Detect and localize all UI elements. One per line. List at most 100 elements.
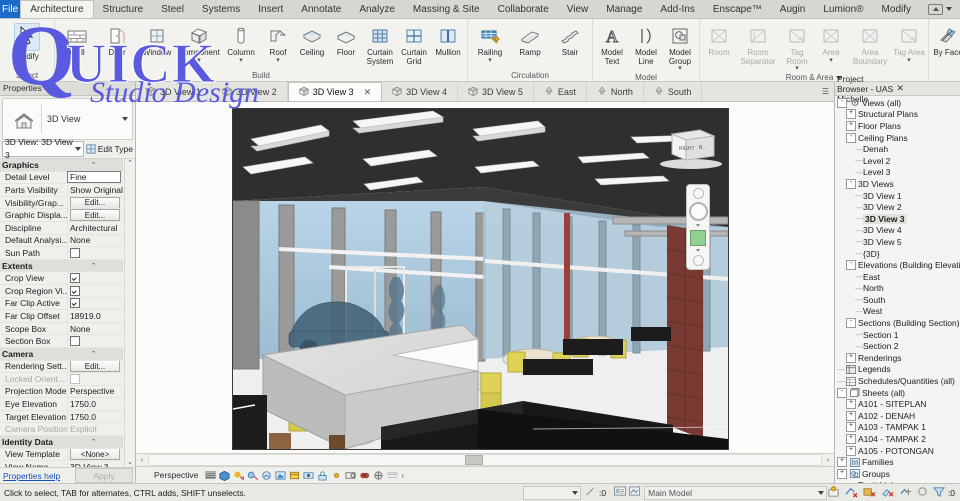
browser-node-west[interactable]: — West (835, 306, 960, 318)
navbar-options-icon[interactable] (692, 188, 704, 199)
tag-room-dropdown-icon[interactable]: ▾ (795, 65, 799, 72)
curtain-system-button[interactable]: Curtain System (363, 21, 397, 67)
tree-expander-icon[interactable]: - (846, 260, 856, 271)
view-tab-3d-view-1[interactable]: 3D View 1 (136, 82, 212, 101)
property-value[interactable]: Edit... (67, 209, 123, 221)
scroll-right-icon[interactable]: › (822, 457, 834, 464)
property-row[interactable]: Visibility/Grap... Edit... (0, 196, 123, 210)
property-group-collapse-icon[interactable]: ⌃ (61, 436, 123, 448)
property-row[interactable]: Parts Visibility Show Original (0, 184, 123, 197)
property-row[interactable]: Scope Box None (0, 322, 123, 336)
browser-node-floor-plans[interactable]: + Floor Plans (835, 120, 960, 132)
property-row[interactable]: Target Elevation 1750.0 (0, 410, 123, 424)
browser-node-3d-view-2[interactable]: —3D View 2 (835, 201, 960, 213)
rendering-dialog-icon[interactable] (261, 470, 272, 481)
roof-dropdown-icon[interactable]: ▾ (276, 57, 280, 64)
browser-node-south[interactable]: — South (835, 294, 960, 306)
properties-type-selector[interactable]: 3D View: 3D View 3 (2, 137, 84, 160)
tree-expander-icon[interactable]: - (846, 132, 856, 143)
tree-expander-icon[interactable]: + (846, 109, 856, 120)
column-button[interactable]: Column ▾ (221, 21, 261, 64)
property-row[interactable]: Sun Path (0, 247, 123, 260)
ceiling-button[interactable]: Ceiling (295, 21, 329, 59)
ribbon-tab-addins[interactable]: Add-Ins (651, 0, 703, 18)
sun-path-icon[interactable] (233, 470, 245, 481)
design-options-icon[interactable] (629, 486, 641, 499)
properties-selector-chevron-down-icon[interactable] (74, 147, 81, 151)
scroll-track[interactable] (148, 454, 822, 466)
area-button[interactable]: Area ▾ (814, 21, 848, 64)
highlight-displacement-icon[interactable] (373, 470, 384, 481)
property-row[interactable]: Rendering Sett... Edit... (0, 360, 123, 374)
modify-button[interactable]: Modify (2, 21, 52, 63)
close-icon[interactable]: ✕ (364, 87, 372, 98)
area-dropdown-icon[interactable]: ▾ (829, 57, 833, 64)
view-tab-overflow[interactable]: ☰ (702, 82, 834, 101)
filter-selection-segment[interactable]: :0 (932, 486, 955, 499)
property-row[interactable]: Projection Mode Perspective (0, 385, 123, 399)
room-button[interactable]: Room (702, 21, 736, 59)
property-value[interactable]: Architectural (67, 221, 123, 234)
view-tab-3d-view-3[interactable]: 3D View 3 ✕ (287, 82, 383, 101)
property-row[interactable]: Section Box (0, 335, 123, 348)
exclude-links-icon[interactable] (863, 486, 876, 500)
zoom-tool-icon[interactable] (690, 230, 706, 246)
steering-wheel-dropdown-icon[interactable] (696, 224, 700, 227)
ribbon-tab-annotate[interactable]: Annotate (292, 0, 350, 18)
browser-node-level-2[interactable]: — Level 2 (835, 155, 960, 167)
ribbon-display-options[interactable] (920, 0, 960, 18)
property-checkbox[interactable] (70, 273, 80, 284)
browser-node-3d-view-5[interactable]: —3D View 5 (835, 236, 960, 248)
property-value[interactable]: None (67, 234, 123, 247)
browser-node-section-2[interactable]: — Section 2 (835, 340, 960, 352)
crop-view-icon[interactable] (289, 470, 300, 481)
window-button[interactable]: Window (137, 21, 177, 59)
view-tab-3d-view-4[interactable]: 3D View 4 (382, 82, 458, 101)
browser-node-renderings[interactable]: + Renderings (835, 352, 960, 364)
ribbon-tab-systems[interactable]: Systems (193, 0, 249, 18)
ribbon-tab-collaborate[interactable]: Collaborate (489, 0, 558, 18)
browser-node-3d[interactable]: — {3D} (835, 248, 960, 260)
ribbon-tab-analyze[interactable]: Analyze (350, 0, 404, 18)
ribbon-tab-steel[interactable]: Steel (152, 0, 193, 18)
property-edit-button[interactable]: Edit... (70, 360, 120, 373)
browser-node-3d-view-1[interactable]: —3D View 1 (835, 190, 960, 202)
property-value[interactable]: Show Original (67, 184, 123, 196)
ribbon-tab-lumion[interactable]: Lumion® (814, 0, 872, 18)
show-render-dialog-icon[interactable] (275, 470, 286, 481)
browser-node-a104-tampak-2[interactable]: + A104 - TAMPAK 2 (835, 433, 960, 445)
column-dropdown-icon[interactable]: ▾ (239, 57, 243, 64)
property-checkbox[interactable] (70, 373, 80, 384)
tag-room-button[interactable]: Tag Room ▾ (780, 21, 814, 72)
property-value[interactable]: Edit... (67, 196, 123, 209)
property-checkbox[interactable] (70, 298, 80, 309)
browser-node-denah[interactable]: — Denah (835, 143, 960, 155)
property-value[interactable] (67, 272, 123, 284)
view-cube[interactable]: RIGHT B.. (656, 120, 726, 178)
editable-only-icon[interactable] (614, 486, 627, 499)
browser-node-schedules-quantities-all[interactable]: — Schedules/Quantities (all) (835, 375, 960, 387)
property-value[interactable]: 18919.0 (67, 310, 123, 322)
browser-node-revit-links[interactable]: — Revit Links (835, 480, 960, 483)
tree-expander-icon[interactable]: - (837, 387, 847, 398)
browser-node-section-1[interactable]: — Section 1 (835, 329, 960, 341)
property-group-collapse-icon[interactable]: ⌃ (61, 347, 123, 360)
constraints-icon[interactable] (387, 470, 398, 481)
property-value[interactable]: Perspective (67, 385, 123, 398)
property-value[interactable] (67, 247, 123, 259)
browser-node-a103-tampak-1[interactable]: + A103 - TAMPAK 1 (835, 422, 960, 434)
ramp-button[interactable]: Ramp (510, 21, 550, 59)
property-checkbox[interactable] (70, 336, 80, 347)
edit-type-button[interactable]: Edit Type (86, 144, 133, 154)
tree-expander-icon[interactable]: + (837, 457, 847, 468)
scroll-down-icon[interactable]: ⌄ (127, 458, 133, 467)
property-row[interactable]: Far Clip Active (0, 297, 123, 311)
main-model-icon[interactable] (827, 485, 840, 500)
property-value[interactable]: 1750.0 (67, 410, 123, 423)
analytical-model-icon[interactable] (359, 470, 370, 481)
view-control-expand-icon[interactable]: ‹ (401, 471, 404, 480)
property-value[interactable]: Explicit (67, 423, 123, 436)
properties-help-link[interactable]: Properties help (0, 471, 75, 481)
steering-wheel-icon[interactable] (688, 202, 708, 221)
workset-chevron-down-icon[interactable] (817, 490, 824, 495)
